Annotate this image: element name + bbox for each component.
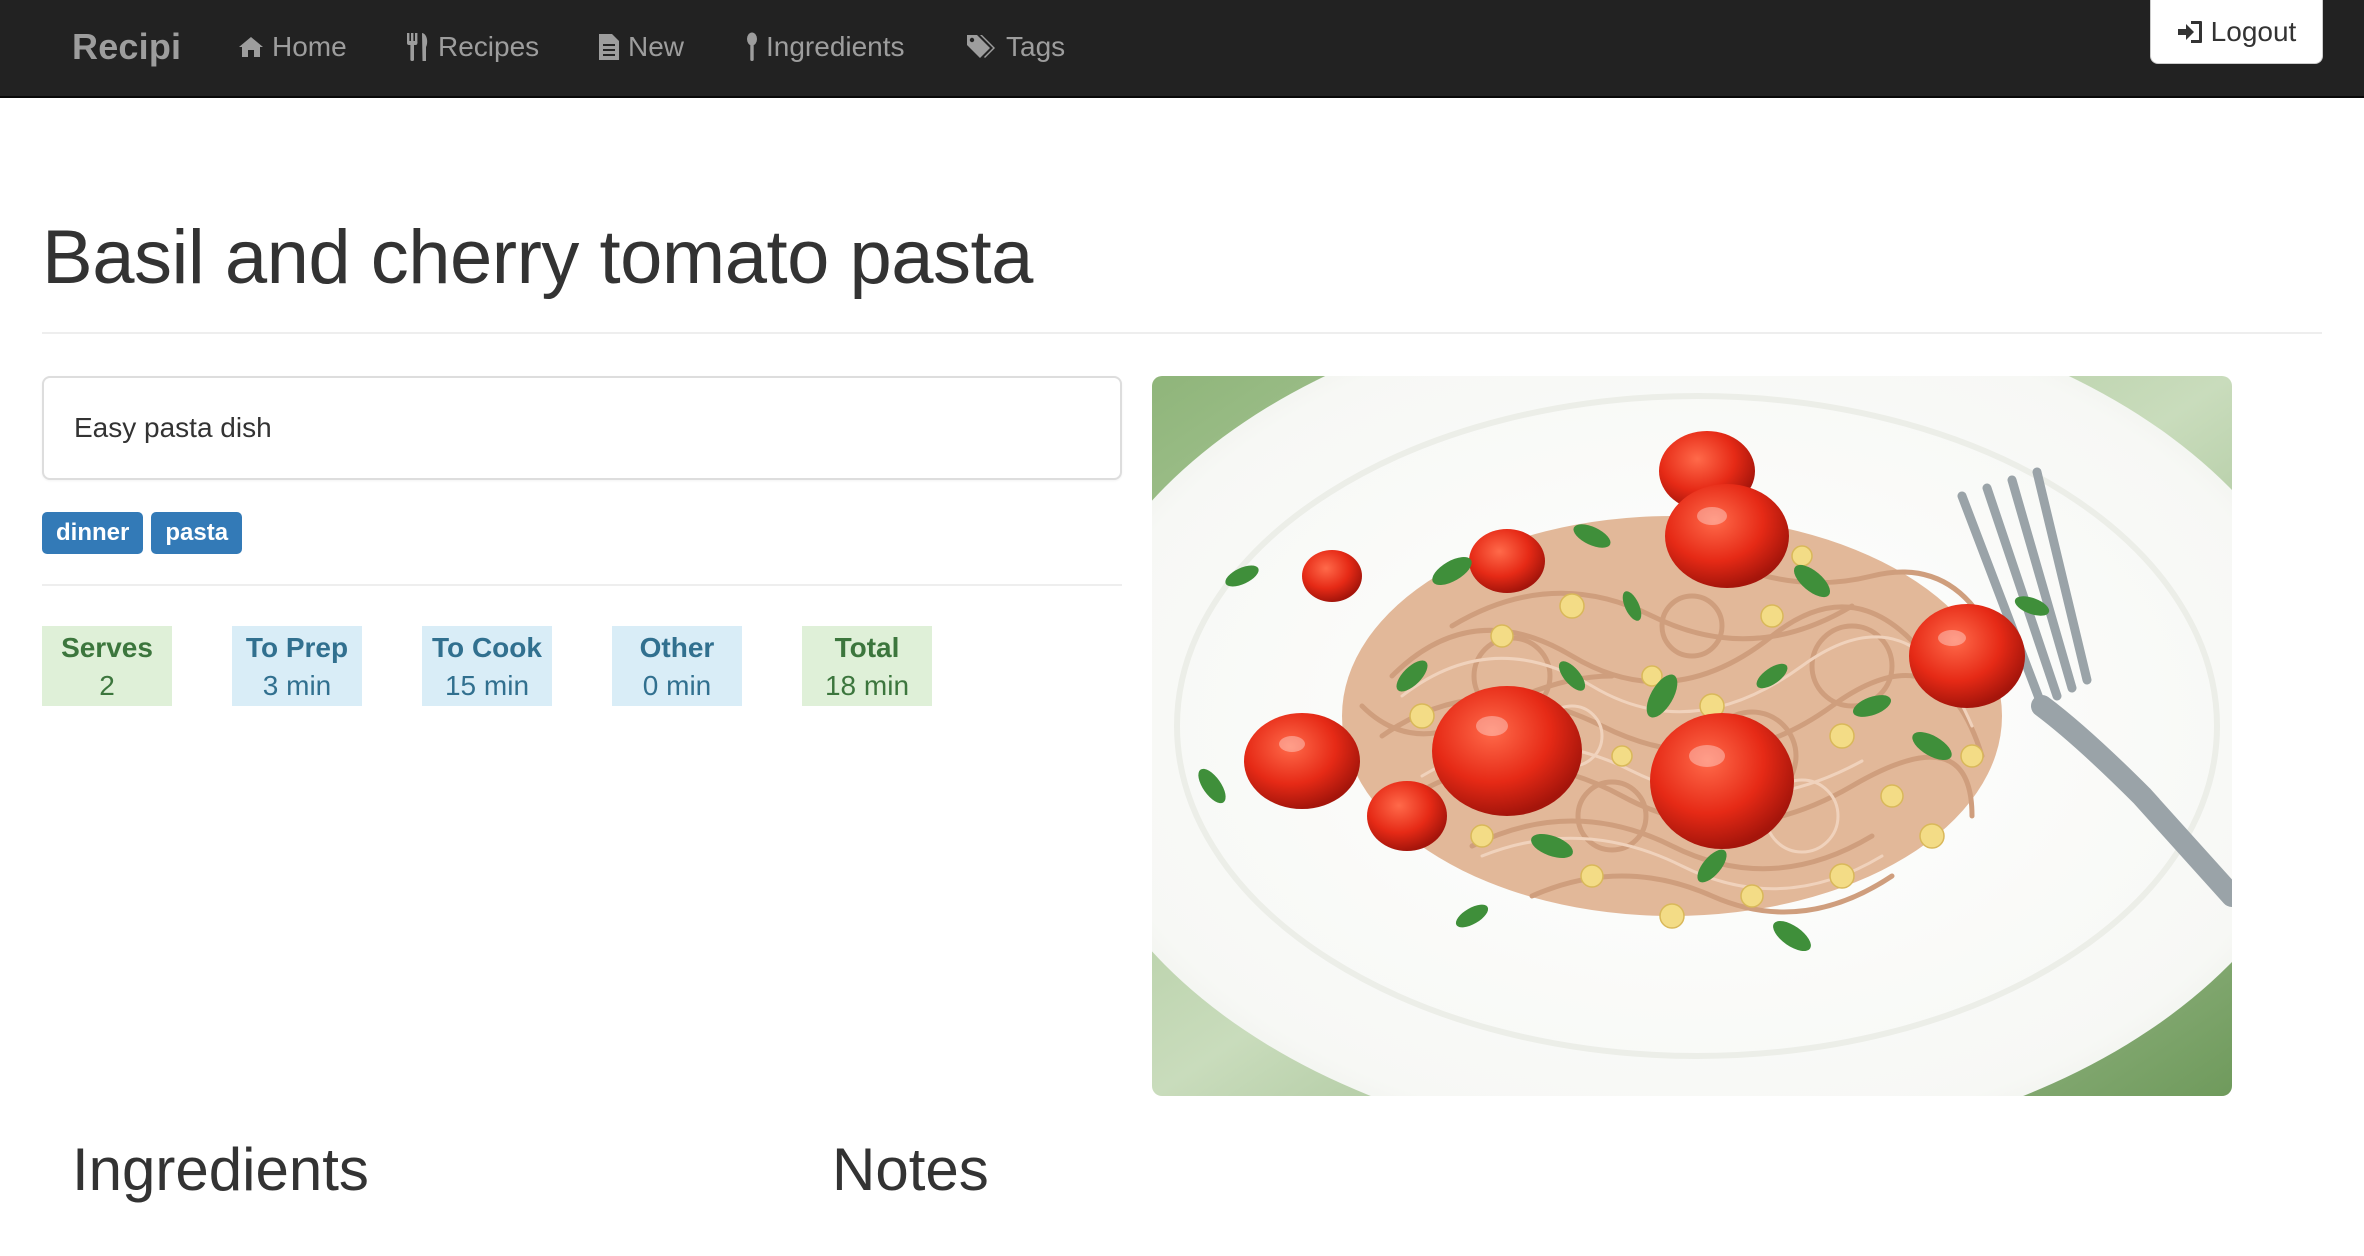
home-icon: [239, 37, 263, 57]
ingredient-icon: [747, 32, 757, 61]
stat-serves: Serves 2: [42, 626, 172, 706]
tags-icon: [967, 35, 995, 58]
stat-prep-value: 3 min: [262, 670, 332, 701]
recipe-photo: [1152, 376, 2232, 1096]
nav-home-label: Home: [272, 31, 347, 62]
top-navbar: Recipi Home Recipes New Ingredients Tags…: [0, 0, 2364, 98]
cutlery-icon: [407, 33, 428, 61]
stat-total-time: Total 18 min: [802, 626, 932, 706]
logout-button[interactable]: Logout: [2150, 0, 2323, 64]
title-divider: [42, 332, 2322, 334]
nav-recipes-label: Recipes: [438, 31, 540, 62]
stat-total-value: 18 min: [824, 670, 910, 701]
nav-new-label: New: [628, 31, 685, 62]
stat-cook-time: To Cook 15 min: [422, 626, 552, 706]
nav-new[interactable]: New: [598, 24, 684, 70]
nav-tags-label: Tags: [1006, 31, 1066, 62]
ingredients-heading: Ingredients: [72, 1136, 369, 1203]
stat-other-value: 0 min: [642, 670, 712, 701]
brand-logo[interactable]: Recipi: [72, 24, 181, 70]
nav-recipes[interactable]: Recipes: [406, 24, 539, 70]
tag-dinner[interactable]: dinner: [42, 512, 144, 554]
nav-ingredients-label: Ingredients: [766, 31, 905, 62]
stat-prep-label: To Prep: [245, 632, 349, 663]
nav-tags[interactable]: Tags: [966, 24, 1065, 70]
stat-other-label: Other: [639, 632, 715, 663]
notes-heading: Notes: [832, 1136, 989, 1203]
stat-cook-label: To Cook: [432, 632, 542, 663]
stat-serves-value: 2: [99, 670, 115, 701]
stat-total-label: Total: [834, 632, 900, 663]
stat-prep-time: To Prep 3 min: [232, 626, 362, 706]
tags-divider: [42, 584, 1122, 586]
tag-pasta[interactable]: pasta: [151, 512, 243, 554]
nav-home[interactable]: Home: [238, 24, 347, 70]
pasta-dish-photo: [1152, 376, 2232, 1096]
recipe-description-text: Easy pasta dish: [74, 412, 272, 443]
recipe-title: Basil and cherry tomato pasta: [42, 215, 1033, 300]
recipe-tags: dinner pasta: [42, 512, 243, 554]
log-in-icon: [2177, 20, 2202, 43]
stat-other-time: Other 0 min: [612, 626, 742, 706]
stat-serves-label: Serves: [61, 632, 153, 663]
stat-cook-value: 15 min: [444, 670, 530, 701]
logout-label: Logout: [2210, 15, 2297, 47]
nav-ingredients[interactable]: Ingredients: [746, 24, 905, 70]
file-icon: [599, 34, 619, 60]
recipe-description: Easy pasta dish: [42, 376, 1122, 480]
